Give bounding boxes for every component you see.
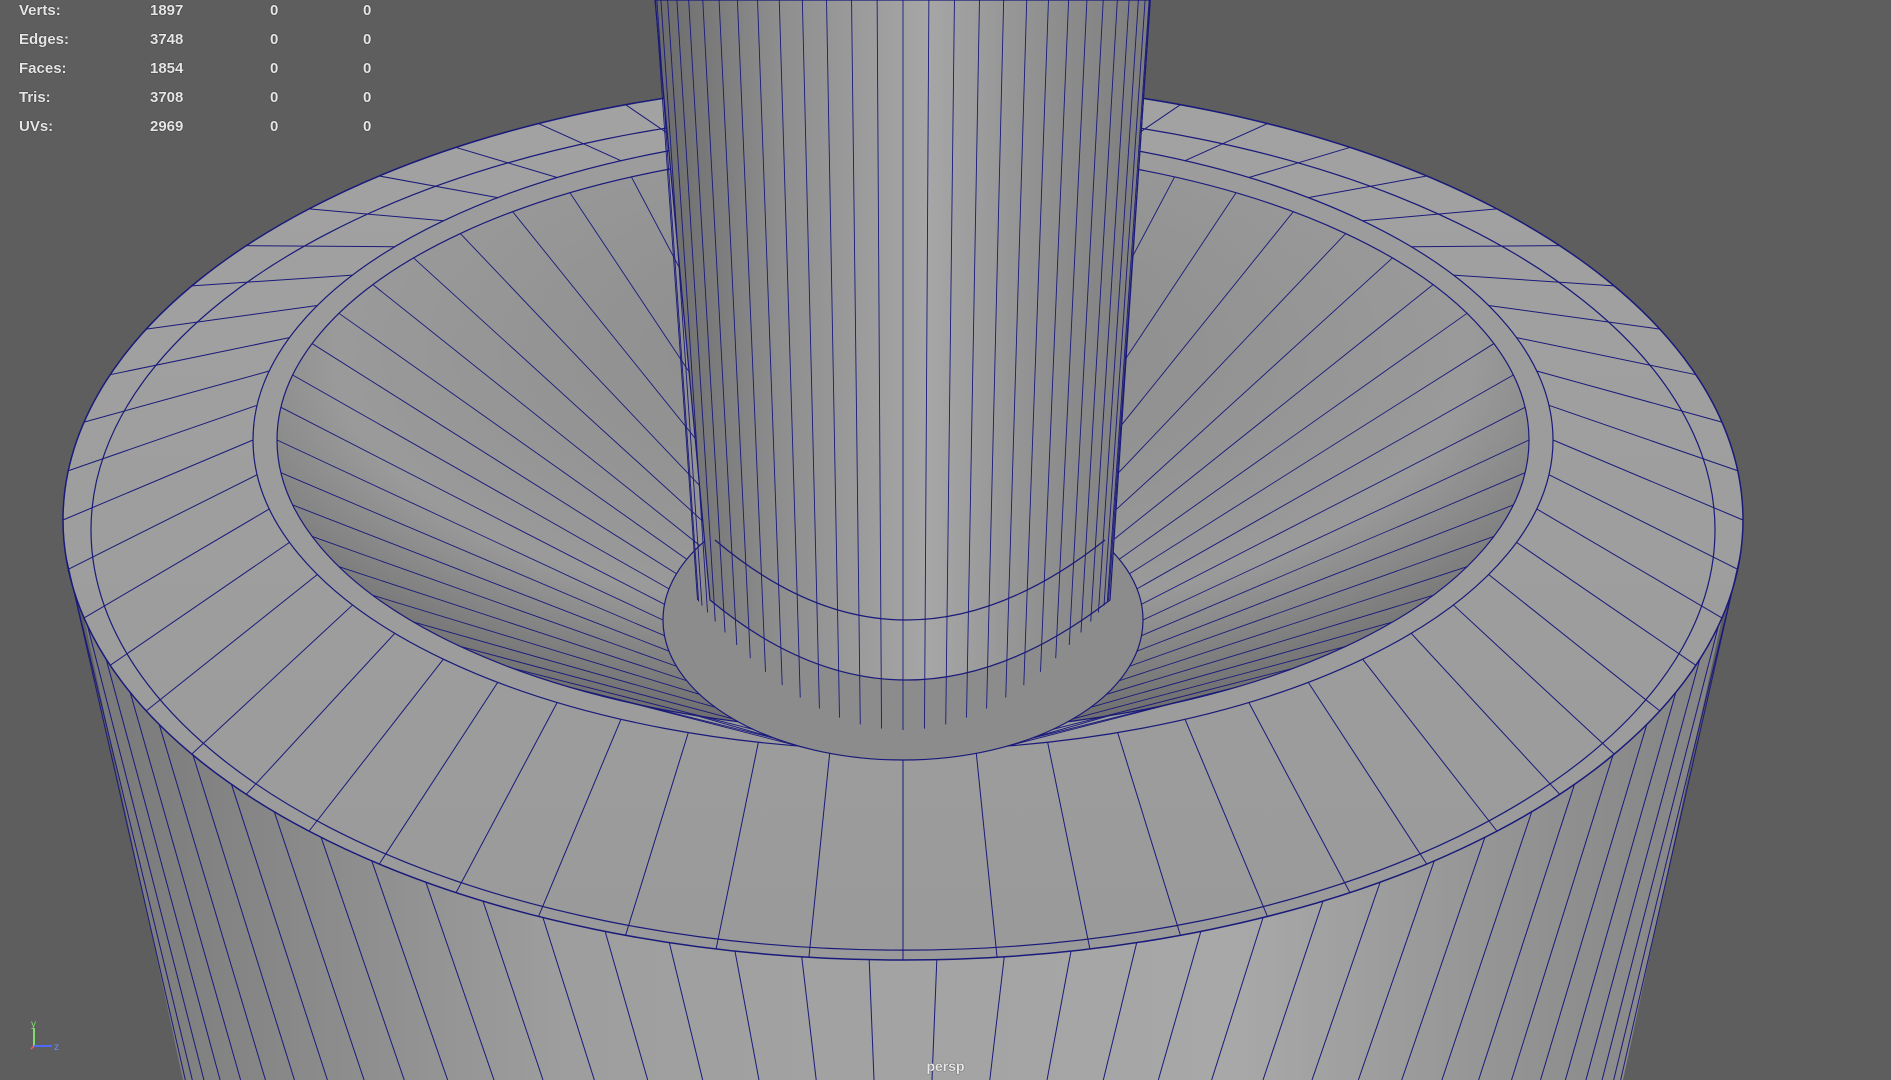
hud-other-value: 0 — [363, 60, 372, 77]
hud-row-edges: Edges: 3748 0 0 — [0, 31, 400, 53]
hud-label: Edges: — [19, 31, 70, 48]
hud-total-value: 1897 — [150, 2, 184, 19]
hud-row-verts: Verts: 1897 0 0 — [0, 2, 400, 24]
hud-selected-value: 0 — [270, 89, 279, 106]
hud-total-value: 1854 — [150, 60, 184, 77]
axis-gizmo-icon: y z — [28, 1018, 68, 1058]
mesh-group[interactable] — [62, 0, 1744, 1080]
axis-y-label: y — [31, 1019, 36, 1030]
mesh-wireframe-render[interactable] — [0, 0, 1891, 1080]
hud-selected-value: 0 — [270, 118, 279, 135]
hud-label: Faces: — [19, 60, 67, 77]
hud-row-tris: Tris: 3708 0 0 — [0, 89, 400, 111]
hud-other-value: 0 — [363, 31, 372, 48]
hud-label: Verts: — [19, 2, 61, 19]
3d-viewport[interactable]: Verts: 1897 0 0 Edges: 3748 0 0 Faces: 1… — [0, 0, 1891, 1080]
hud-label: Tris: — [19, 89, 51, 106]
axis-z-label: z — [54, 1042, 59, 1053]
hud-other-value: 0 — [363, 118, 372, 135]
hud-other-value: 0 — [363, 89, 372, 106]
hud-total-value: 3748 — [150, 31, 184, 48]
camera-name-label: persp — [926, 1058, 965, 1074]
hud-selected-value: 0 — [270, 60, 279, 77]
hud-selected-value: 0 — [270, 2, 279, 19]
hud-other-value: 0 — [363, 2, 372, 19]
hud-selected-value: 0 — [270, 31, 279, 48]
hud-row-uvs: UVs: 2969 0 0 — [0, 118, 400, 140]
hud-total-value: 3708 — [150, 89, 184, 106]
hud-label: UVs: — [19, 118, 54, 135]
hud-total-value: 2969 — [150, 118, 184, 135]
hud-row-faces: Faces: 1854 0 0 — [0, 60, 400, 82]
pillar-cylinder — [654, 0, 1151, 681]
